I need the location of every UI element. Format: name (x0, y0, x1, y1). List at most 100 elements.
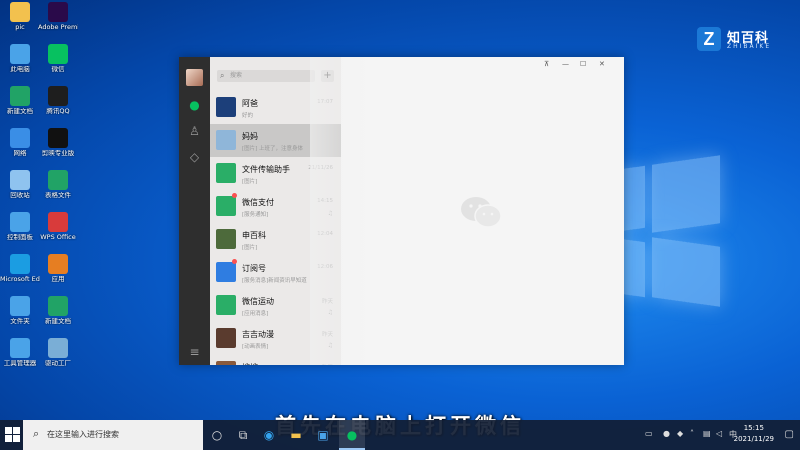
desktop-icon-computer-icon (10, 44, 30, 64)
desktop-icon-label: WPS Office (40, 234, 76, 241)
file-explorer-icon[interactable]: ▬ (286, 425, 306, 445)
start-button[interactable] (5, 427, 21, 443)
wechat-window: ● ♙ ◇ ≡ ⌕ 搜索 + 阿爸好的17:07妈妈[图片] 上班了，注意身体文… (179, 57, 624, 365)
desktop-icon-doc1[interactable]: 新建文档 (0, 86, 40, 115)
desktop-icon-capcut[interactable]: 剪映专业版 (38, 128, 78, 157)
desktop-icon-wps[interactable]: WPS Office (38, 212, 78, 241)
desktop-icon-sheet[interactable]: 表格文件 (38, 170, 78, 199)
chat-name: 吉吉动漫 (242, 330, 274, 339)
desktop-icon-doc2[interactable]: 新建文档 (38, 296, 78, 325)
desktop-icon-premiere[interactable]: Adobe Premiere Pr... (38, 2, 78, 31)
desktop-icon-edge[interactable]: Microsoft Edge (0, 254, 40, 283)
desktop-icon-qq[interactable]: 腾讯QQ (38, 86, 78, 115)
search-icon: ⌕ (220, 71, 225, 80)
desktop-icon-app-icon (48, 254, 68, 274)
chat-name: 申百科 (242, 231, 266, 240)
desktop-icon-label: pic (15, 24, 25, 31)
chevron-up-icon[interactable]: ˄ (690, 429, 694, 438)
desktop-icon-label: 此电脑 (10, 66, 30, 73)
tray-wechat-icon[interactable]: ● (663, 429, 670, 438)
desktop-icon-folder-icon (10, 296, 30, 316)
desktop-icon-label: 剪映专业版 (41, 150, 75, 157)
watermark-subtitle: ZHIBAIKE (727, 43, 772, 50)
desktop-icon-label: 驱动工厂 (45, 360, 71, 367)
chat-avatar (216, 295, 236, 315)
task-view-icon[interactable]: ⧉ (233, 425, 253, 445)
favorites-nav-icon[interactable]: ◇ (186, 149, 203, 166)
chat-name: 订阅号 (242, 264, 266, 273)
desktop-icon-qq-icon (48, 86, 68, 106)
desktop-icon-label: 工具管理器 (3, 360, 37, 367)
desktop-icon-tool-icon (10, 338, 30, 358)
chat-name: 微信运动 (242, 297, 274, 306)
desktop-icon-label: 新建文档 (45, 318, 71, 325)
user-avatar[interactable] (186, 69, 203, 86)
minimize-button[interactable]: — (562, 60, 569, 68)
desktop-icon-label: 回收站 (10, 192, 30, 199)
desktop-icon-sheet-icon (48, 170, 68, 190)
desktop-icon-label: Adobe Premiere Pr... (38, 24, 78, 31)
desktop-icon-wps-icon (48, 212, 68, 232)
contacts-nav-icon[interactable]: ♙ (186, 123, 203, 140)
chat-nav-icon[interactable]: ● (186, 97, 203, 114)
search-icon: ⌕ (33, 427, 40, 440)
desktop-icon-pic[interactable]: pic (0, 2, 40, 31)
desktop-icon-control-icon (10, 212, 30, 232)
chat-name: 嫂嫂 (242, 362, 258, 365)
desktop-icon-folder[interactable]: 文件夹 (0, 296, 40, 325)
search-placeholder: 搜索 (230, 72, 243, 79)
desktop-icon-label: 应用 (51, 276, 65, 283)
desktop-icon-recycle[interactable]: 回收站 (0, 170, 40, 199)
taskbar-clock[interactable]: 15:15 2021/11/29 (734, 423, 774, 445)
unread-dot (232, 259, 237, 264)
desktop-icon-network-icon (10, 128, 30, 148)
taskbar-search-placeholder: 在这里输入进行搜索 (47, 430, 119, 439)
desktop-icon-tool[interactable]: 工具管理器 (0, 338, 40, 367)
volume-icon[interactable]: ◁ (716, 429, 722, 438)
zhibaike-watermark: Z 知百科 ZHIBAIKE (697, 27, 792, 53)
desktop-icon-computer[interactable]: 此电脑 (0, 44, 40, 73)
wechat-sidebar: ● ♙ ◇ ≡ (179, 57, 210, 365)
fade-overlay (310, 57, 370, 365)
desktop-icon-doc2-icon (48, 296, 68, 316)
chat-avatar (216, 361, 236, 365)
taskbar-search-box[interactable]: ⌕ 在这里输入进行搜索 (23, 420, 203, 450)
cortana-icon[interactable]: ○ (207, 425, 227, 445)
pin-icon[interactable]: ⊼ (544, 60, 549, 68)
desktop-icon-control[interactable]: 控制面板 (0, 212, 40, 241)
chat-avatar (216, 262, 236, 282)
chat-name: 阿爸 (242, 99, 258, 108)
desktop-icon-label: Microsoft Edge (0, 276, 40, 283)
desktop-icon-capcut-icon (48, 128, 68, 148)
desktop-icon-wechat[interactable]: 微信 (38, 44, 78, 73)
wechat-taskbar-button[interactable]: ● (339, 420, 365, 450)
desktop-icon-driver[interactable]: 驱动工厂 (38, 338, 78, 367)
store-icon[interactable]: ▣ (313, 425, 333, 445)
keyboard-icon[interactable]: ▭ (645, 429, 653, 438)
maximize-button[interactable]: ☐ (580, 60, 586, 68)
desktop-icon-label: 文件夹 (10, 318, 30, 325)
chat-name: 妈妈 (242, 132, 258, 141)
chat-avatar (216, 163, 236, 183)
menu-icon[interactable]: ≡ (186, 344, 203, 361)
desktop-icon-recycle-icon (10, 170, 30, 190)
desktop-icon-pic-icon (10, 2, 30, 22)
desktop-icon-label: 新建文档 (7, 108, 33, 115)
desktop-icon-app[interactable]: 应用 (38, 254, 78, 283)
chat-name: 微信支付 (242, 198, 274, 207)
chat-search-input[interactable]: ⌕ 搜索 (217, 70, 315, 82)
notification-icon[interactable]: ▢ (785, 429, 794, 440)
close-button[interactable]: ✕ (599, 60, 605, 68)
desktop-icon-label: 控制面板 (7, 234, 33, 241)
unread-dot (232, 193, 237, 198)
clock-time: 15:15 (743, 424, 764, 432)
desktop-icon-network[interactable]: 网络 (0, 128, 40, 157)
chat-avatar (216, 130, 236, 150)
network-icon[interactable]: ▤ (703, 429, 711, 438)
desktop-icon-edge-icon (10, 254, 30, 274)
tray-app-icon[interactable]: ◆ (677, 429, 683, 438)
desktop-icon-label: 微信 (51, 66, 65, 73)
desktop-icon-driver-icon (48, 338, 68, 358)
wechat-taskbar-icon: ● (346, 428, 358, 442)
edge-icon[interactable]: ◉ (259, 425, 279, 445)
